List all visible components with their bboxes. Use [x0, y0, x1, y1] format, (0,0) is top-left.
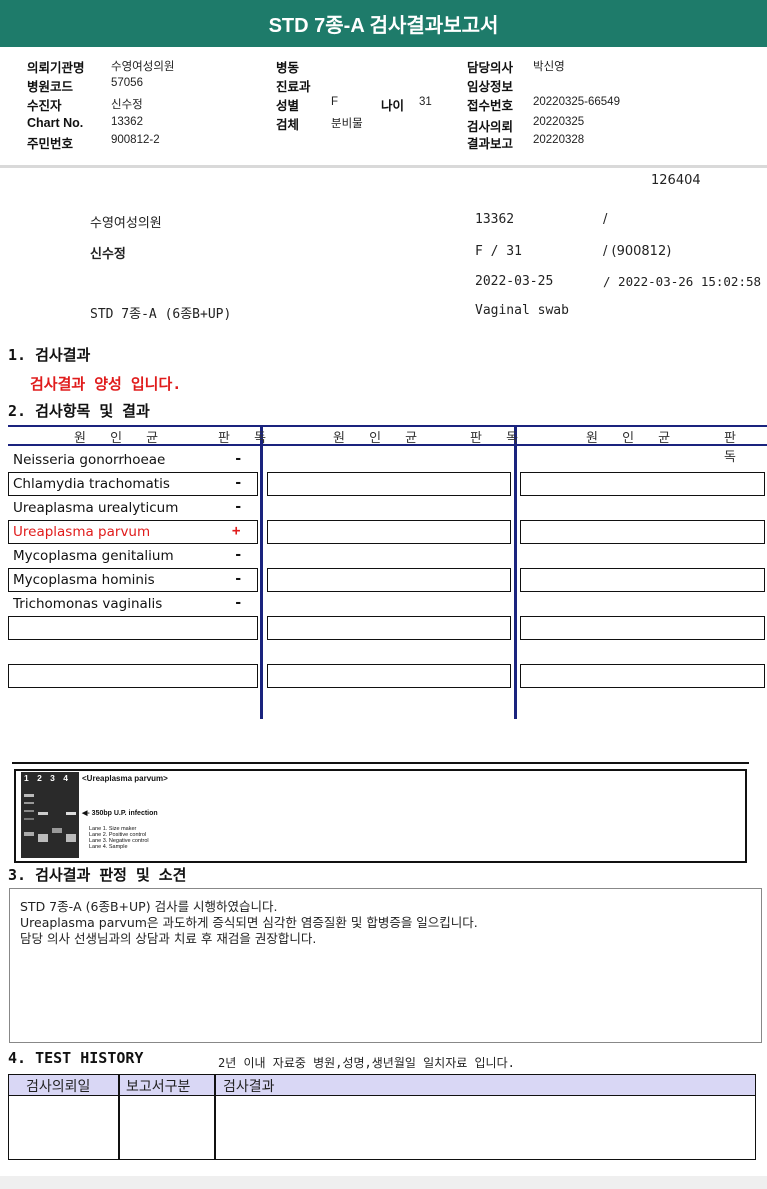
- organism-result: -: [234, 571, 243, 587]
- sex-value: F: [331, 96, 339, 108]
- organism-result: -: [234, 499, 243, 515]
- patient-label: 수진자: [27, 99, 62, 113]
- col-judge-1: 판 독: [218, 431, 277, 446]
- code-value: 57056: [111, 77, 143, 89]
- grid-divider-2: [514, 425, 517, 719]
- row-box: [8, 616, 258, 640]
- patient-value: 신수정: [111, 99, 143, 111]
- request-value: 20220325: [533, 116, 585, 128]
- organism-name: Neisseria gonorrhoeae: [13, 452, 166, 468]
- grid-divider-1: [260, 425, 263, 719]
- report-label: 결과보고: [467, 137, 514, 151]
- info-slash: /: [603, 212, 608, 227]
- info-birth: / (900812): [603, 244, 672, 259]
- gel-band-text: 350bp U.P. infection: [91, 810, 158, 817]
- report-title: STD 7종-A 검사결과보고서: [0, 0, 767, 47]
- organism-name: Ureaplasma urealyticum: [13, 500, 179, 516]
- doctor-label: 담당의사: [467, 61, 514, 75]
- info-chart: 13362: [475, 212, 515, 227]
- col-organism-3: 원 인 균: [586, 431, 681, 446]
- gel-title: <Ureaplasma parvum>: [82, 774, 168, 783]
- organism-name: Mycoplasma hominis: [13, 572, 155, 588]
- gel-top-rule: [12, 762, 749, 764]
- row-box: [520, 664, 765, 688]
- chart-label: Chart No.: [27, 116, 84, 130]
- col-organism-2: 원 인 균: [333, 431, 428, 446]
- organism-result: -: [234, 547, 243, 563]
- col-judge-3: 판 독: [724, 431, 746, 465]
- row-box: [267, 520, 511, 544]
- history-col-result: 검사결과: [223, 1079, 275, 1095]
- info-request-date: 2022-03-25: [475, 274, 554, 289]
- info-hospital: 수영여성의원: [90, 216, 162, 231]
- chart-value: 13362: [111, 116, 143, 128]
- gel-lanes: 1 2 3 4: [24, 773, 71, 783]
- specimen-value: 분비물: [331, 118, 363, 130]
- result-summary: 검사결과 양성 입니다.: [30, 375, 182, 393]
- col-judge-2: 판 독: [470, 431, 529, 446]
- ward-label: 병동: [276, 61, 300, 75]
- organism-name: Mycoplasma genitalium: [13, 548, 174, 564]
- code-label: 병원코드: [27, 80, 74, 94]
- sex-label: 성별: [276, 99, 300, 113]
- age-value: 31: [419, 96, 432, 108]
- row-box: [8, 664, 258, 688]
- row-box: [267, 472, 511, 496]
- info-report-datetime: / 2022-03-26 15:02:58: [603, 274, 762, 289]
- info-sex-age: F / 31: [475, 244, 522, 259]
- header-info: 의뢰기관명 수영여성의원 병원코드 57056 수진자 신수정 Chart No…: [0, 47, 767, 159]
- gel-legend: Lane 4. Sample: [89, 844, 128, 850]
- organism-result-positive: +: [232, 523, 241, 539]
- info-specimen: Vaginal swab: [475, 303, 569, 318]
- section4-title: 4. TEST HISTORY: [8, 1049, 144, 1067]
- record-id: 126404: [651, 173, 701, 188]
- hospital-value: 수영여성의원: [111, 61, 175, 73]
- organism-result: -: [234, 451, 243, 467]
- gel-band-label: ◀- 350bp U.P. infection: [82, 810, 158, 817]
- rrn-value: 900812-2: [111, 134, 160, 146]
- specimen-label: 검체: [276, 118, 300, 132]
- footer-band: [0, 1176, 767, 1189]
- row-box: [520, 568, 765, 592]
- report-value: 20220328: [533, 134, 585, 146]
- organism-name-positive: Ureaplasma parvum: [13, 524, 151, 540]
- history-col-divider: [118, 1075, 120, 1160]
- info-patient: 신수정: [90, 247, 126, 262]
- organism-name: Chlamydia trachomatis: [13, 476, 170, 492]
- clinical-label: 임상정보: [467, 80, 514, 94]
- comment-line: 담당 의사 선생님과의 상담과 치료 후 재검을 권장합니다.: [20, 931, 317, 946]
- row-box: [267, 568, 511, 592]
- receipt-value: 20220325-66549: [533, 96, 620, 108]
- history-col-report-type: 보고서구분: [126, 1079, 191, 1095]
- row-box: [520, 616, 765, 640]
- age-label: 나이: [381, 99, 405, 113]
- header-divider: [0, 165, 767, 168]
- history-col-divider: [214, 1075, 216, 1160]
- row-box: [520, 472, 765, 496]
- hospital-label: 의뢰기관명: [27, 61, 85, 75]
- rrn-label: 주민번호: [27, 137, 74, 151]
- section2-title: 2. 검사항목 및 결과: [8, 402, 150, 420]
- history-col-request-date: 검사의뢰일: [26, 1079, 91, 1095]
- receipt-label: 접수번호: [467, 99, 514, 113]
- doctor-value: 박신영: [533, 61, 565, 73]
- row-box: [520, 520, 765, 544]
- history-note: 2년 이내 자료중 병원,성명,생년월일 일치자료 입니다.: [218, 1056, 515, 1070]
- history-header: [9, 1075, 755, 1096]
- section1-title: 1. 검사결과: [8, 346, 91, 364]
- info-test-name: STD 7종-A (6종B+UP): [90, 307, 232, 322]
- organism-result: -: [234, 595, 243, 611]
- organism-name: Trichomonas vaginalis: [13, 596, 163, 612]
- gel-electrophoresis-image: [21, 772, 79, 858]
- col-organism-1: 원 인 균: [74, 431, 169, 446]
- organism-result: -: [234, 475, 243, 491]
- section3-title: 3. 검사결과 판정 및 소견: [8, 866, 187, 884]
- row-box: [267, 616, 511, 640]
- row-box: [267, 664, 511, 688]
- dept-label: 진료과: [276, 80, 311, 94]
